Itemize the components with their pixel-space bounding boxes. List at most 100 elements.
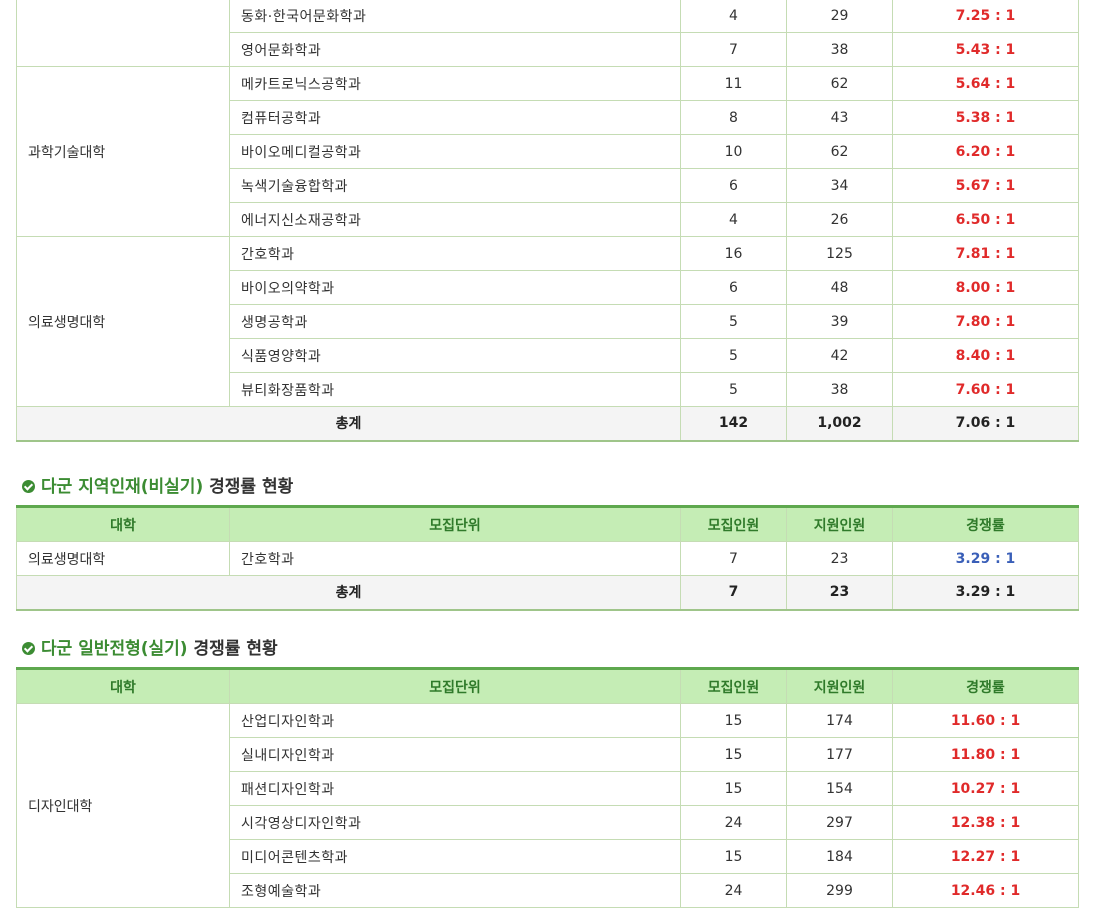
univ-cell: 과학기술대학 [16,66,230,237]
applicants-cell: 154 [786,771,893,806]
quota-cell: 7 [680,32,787,67]
quota-cell: 15 [680,771,787,806]
rate-cell: 11.60 : 1 [892,703,1079,738]
rate-cell: 3.29 : 1 [892,541,1079,576]
quota-cell: 6 [680,270,787,305]
section-title-dark: 경쟁률 현황 [187,639,278,659]
unit-cell: 바이오메디컬공학과 [229,134,681,169]
check-circle-icon [22,642,35,655]
rate-cell: 6.20 : 1 [892,134,1079,169]
univ-cell [16,0,230,67]
quota-cell: 15 [680,839,787,874]
quota-cell: 5 [680,372,787,407]
rate-cell: 11.80 : 1 [892,737,1079,772]
col-header-applicants: 지원인원 [786,667,893,704]
total-label: 총계 [16,406,681,442]
unit-cell: 생명공학과 [229,304,681,339]
quota-cell: 24 [680,873,787,908]
rate-cell: 7.81 : 1 [892,236,1079,271]
quota-cell: 11 [680,66,787,101]
competition-table-1: 동화·한국어문화학과 4 29 7.25 : 1 영어문화학과 7 38 5.4… [16,0,1079,442]
table-row: 동화·한국어문화학과 4 29 7.25 : 1 [16,0,1079,67]
applicants-cell: 42 [786,338,893,373]
total-applicants: 1,002 [786,406,893,442]
quota-cell: 7 [680,541,787,576]
rate-cell: 8.40 : 1 [892,338,1079,373]
table-row: 의료생명대학 간호학과 7 23 3.29 : 1 [16,541,1079,576]
total-row: 총계 7 23 3.29 : 1 [16,575,1079,611]
quota-cell: 24 [680,805,787,840]
rate-cell: 7.60 : 1 [892,372,1079,407]
rate-cell: 7.25 : 1 [892,0,1079,33]
applicants-cell: 184 [786,839,893,874]
rate-cell: 12.38 : 1 [892,805,1079,840]
competition-table-3: 대학 모집단위 모집인원 지원인원 경쟁률 디자인대학 산업디자인학과 15 1… [16,667,1079,908]
quota-cell: 5 [680,338,787,373]
col-header-univ: 대학 [16,505,230,542]
unit-cell: 영어문화학과 [229,32,681,67]
col-header-rate: 경쟁률 [892,667,1079,704]
rate-cell: 5.67 : 1 [892,168,1079,203]
unit-cell: 에너지신소재공학과 [229,202,681,237]
quota-cell: 10 [680,134,787,169]
total-rate: 7.06 : 1 [892,406,1079,442]
quota-cell: 4 [680,0,787,33]
unit-cell: 메카트로닉스공학과 [229,66,681,101]
col-header-unit: 모집단위 [229,505,681,542]
rate-cell: 10.27 : 1 [892,771,1079,806]
unit-cell: 산업디자인학과 [229,703,681,738]
unit-cell: 시각영상디자인학과 [229,805,681,840]
applicants-cell: 297 [786,805,893,840]
rate-cell: 6.50 : 1 [892,202,1079,237]
col-header-applicants: 지원인원 [786,505,893,542]
rate-cell: 5.38 : 1 [892,100,1079,135]
col-header-quota: 모집인원 [680,505,787,542]
quota-cell: 4 [680,202,787,237]
applicants-cell: 39 [786,304,893,339]
rate-cell: 8.00 : 1 [892,270,1079,305]
rate-cell: 5.43 : 1 [892,32,1079,67]
univ-cell: 의료생명대학 [16,236,230,407]
total-row: 총계 142 1,002 7.06 : 1 [16,406,1079,442]
section-title-dark: 경쟁률 현황 [203,477,294,497]
applicants-cell: 38 [786,372,893,407]
section-title-green: 다군 지역인재(비실기) [41,477,204,497]
section-title-practical: 다군 일반전형(실기) 경쟁률 현황 [22,634,278,659]
unit-cell: 실내디자인학과 [229,737,681,772]
applicants-cell: 174 [786,703,893,738]
applicants-cell: 29 [786,0,893,33]
rate-cell: 12.27 : 1 [892,839,1079,874]
unit-cell: 동화·한국어문화학과 [229,0,681,33]
applicants-cell: 48 [786,270,893,305]
univ-cell: 의료생명대학 [16,541,230,576]
total-applicants: 23 [786,575,893,611]
applicants-cell: 38 [786,32,893,67]
quota-cell: 8 [680,100,787,135]
table-row: 과학기술대학 메카트로닉스공학과 11 62 5.64 : 1 [16,66,1079,237]
col-header-univ: 대학 [16,667,230,704]
total-quota: 7 [680,575,787,611]
quota-cell: 16 [680,236,787,271]
col-header-rate: 경쟁률 [892,505,1079,542]
rate-cell: 7.80 : 1 [892,304,1079,339]
applicants-cell: 26 [786,202,893,237]
unit-cell: 미디어콘텐츠학과 [229,839,681,874]
section-title-regional: 다군 지역인재(비실기) 경쟁률 현황 [22,472,293,497]
table-row: 의료생명대학 간호학과 16 125 7.81 : 1 [16,236,1079,407]
applicants-cell: 299 [786,873,893,908]
unit-cell: 식품영양학과 [229,338,681,373]
col-header-unit: 모집단위 [229,667,681,704]
rate-cell: 5.64 : 1 [892,66,1079,101]
col-header-quota: 모집인원 [680,667,787,704]
total-quota: 142 [680,406,787,442]
applicants-cell: 62 [786,134,893,169]
unit-cell: 간호학과 [229,541,681,576]
header-row: 대학 모집단위 모집인원 지원인원 경쟁률 [16,505,1079,542]
unit-cell: 간호학과 [229,236,681,271]
section-title-green: 다군 일반전형(실기) [41,639,188,659]
quota-cell: 15 [680,703,787,738]
header-row: 대학 모집단위 모집인원 지원인원 경쟁률 [16,667,1079,704]
applicants-cell: 62 [786,66,893,101]
total-rate: 3.29 : 1 [892,575,1079,611]
applicants-cell: 43 [786,100,893,135]
